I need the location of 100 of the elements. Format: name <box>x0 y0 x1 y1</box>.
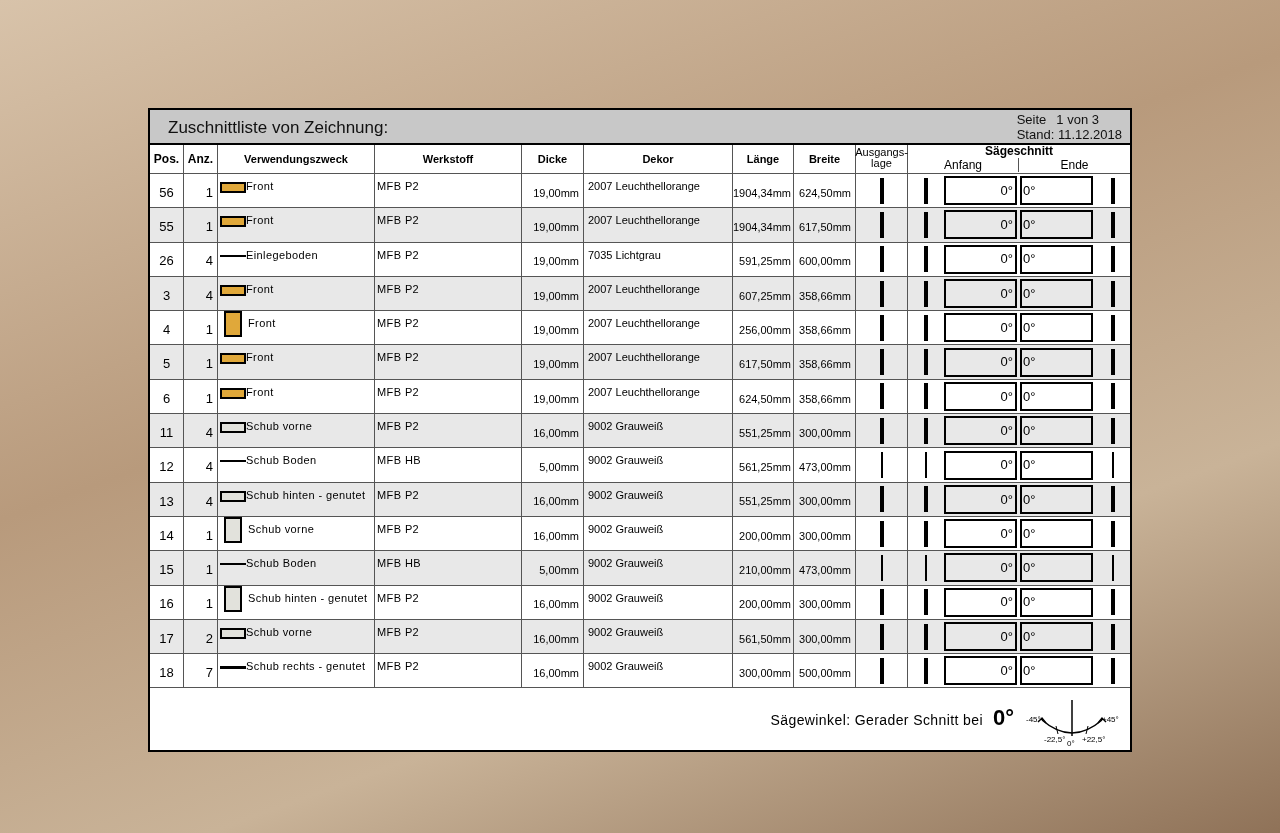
angle-field: 0° <box>944 587 1017 617</box>
saw-angle-value: 0° <box>992 704 1014 732</box>
page-label: Seite <box>1016 111 1047 127</box>
angle-field: 0° <box>944 553 1017 583</box>
panel-edge-icon <box>220 666 246 670</box>
page-number: 1 von 3 <box>1056 111 1099 127</box>
table-cell-text: Schub Boden <box>246 556 317 572</box>
table-cell-text: 256,00mm <box>739 323 791 338</box>
table-cell-text: Schub rechts - genutet <box>246 659 366 675</box>
angle-field: 0° <box>944 279 1017 309</box>
table-cell-text: 16,00mm <box>533 528 579 544</box>
table-cell-text: 300,00mm <box>739 665 791 681</box>
table-cell-text: 19,00mm <box>533 357 579 373</box>
table-cell-text: Schub vorne <box>248 521 315 537</box>
table-cell-text: 300,00mm <box>799 597 851 613</box>
table-cell: 9002 Grauweiß <box>588 660 664 673</box>
table-cell-text: 16,00mm <box>533 665 579 681</box>
table-cell-text: 473,00mm <box>799 563 851 579</box>
table-cell: 14 <box>150 516 184 551</box>
angle-field: 0° <box>944 519 1017 549</box>
table-cell-text: 19,00mm <box>533 288 579 304</box>
table-cell: 5 <box>150 345 184 379</box>
table-cell: 2007 Leuchthellorange <box>588 317 700 330</box>
angle-field: 0° <box>944 244 1017 274</box>
table-cell-text: 16,00mm <box>533 494 579 510</box>
table-cell: 1 <box>184 585 218 619</box>
table-cell-text: 624,50mm <box>739 391 791 407</box>
table-cell-text: 358,66mm <box>799 391 851 407</box>
date-label: Stand: 11.12.2018 <box>1016 126 1122 142</box>
table-cell: 17 <box>150 619 184 654</box>
table-cell-text: Schub hinten - genutet <box>246 487 366 503</box>
column-header: Pos. <box>150 145 184 173</box>
panel-edge-icon <box>220 563 246 566</box>
table-cell-text: Schub Boden <box>246 453 317 469</box>
table-cell-text: 358,66mm <box>799 357 851 373</box>
table-cell-text: 19,00mm <box>533 185 579 201</box>
table-cell-text: 16,00mm <box>533 597 579 613</box>
table-cell: MFB P2 <box>377 248 420 261</box>
table-cell: MFB P2 <box>377 660 420 673</box>
table-cell: MFB P2 <box>377 282 420 295</box>
table-cell: 4 <box>184 414 218 448</box>
column-header: Dicke <box>522 145 584 173</box>
angle-field: 0° <box>944 450 1017 480</box>
table-cell-text: Front <box>246 350 274 366</box>
angle-field: 0° <box>1020 587 1093 617</box>
table-cell-text: 551,25mm <box>739 425 791 441</box>
table-cell: MFB P2 <box>377 214 420 227</box>
table-cell: 11 <box>150 414 184 448</box>
table-cell-text: 5,00mm <box>539 460 579 476</box>
table-cell: MFB P2 <box>377 385 420 398</box>
column-header: Verwendungszweck <box>218 145 375 173</box>
table-cell: MFB P2 <box>377 625 420 638</box>
column-header: Ende <box>1059 158 1090 172</box>
table-cell: 4 <box>184 242 218 276</box>
angle-field: 0° <box>944 381 1017 411</box>
column-header: Sägeschnitt <box>984 145 1054 158</box>
column-header: Werkstoff <box>375 145 522 173</box>
table-cell-text: 200,00mm <box>739 597 791 613</box>
table-cell: MFB P2 <box>377 591 420 604</box>
table-cell-text: 210,00mm <box>739 563 791 579</box>
sheet-title: Zuschnittliste von Zeichnung: <box>168 116 389 139</box>
angle-field: 0° <box>1020 279 1093 309</box>
table-cell-text: Front <box>246 179 274 194</box>
table-cell: 9002 Grauweiß <box>588 522 664 535</box>
table-cell: 26 <box>150 242 184 276</box>
table-cell-text: 300,00mm <box>799 494 851 510</box>
angle-field: 0° <box>1020 553 1093 583</box>
table-cell: 2007 Leuchthellorange <box>588 282 700 295</box>
table-cell-text: 551,25mm <box>739 494 791 510</box>
table-cell-text: 19,00mm <box>533 220 579 236</box>
angle-field: 0° <box>1020 450 1093 480</box>
table-cell: 2007 Leuchthellorange <box>588 180 700 192</box>
table-cell-text: 300,00mm <box>799 425 851 441</box>
table-cell-text: 358,66mm <box>799 288 851 304</box>
table-cell-text: Einlegeboden <box>246 247 319 263</box>
table-cell-text: 500,00mm <box>799 665 851 681</box>
table-cell: MFB HB <box>377 557 421 570</box>
table-cell-text: 19,00mm <box>533 391 579 407</box>
angle-field: 0° <box>944 176 1017 206</box>
table-cell: 9002 Grauweiß <box>588 488 664 501</box>
angle-field: 0° <box>1020 656 1093 686</box>
table-cell: 9002 Grauweiß <box>588 420 664 433</box>
angle-field: 0° <box>944 656 1017 686</box>
table-cell-text: 600,00mm <box>799 254 851 270</box>
table-cell: MFB P2 <box>377 180 420 192</box>
table-cell-text: Front <box>248 316 276 332</box>
table-cell-text: Front <box>246 281 274 297</box>
table-cell: 2007 Leuchthellorange <box>588 385 700 398</box>
angle-field: 0° <box>1020 210 1093 240</box>
table-cell-text: Schub vorne <box>246 624 313 640</box>
table-cell-text: 617,50mm <box>799 220 851 236</box>
table-cell-text: 358,66mm <box>799 323 851 338</box>
table-cell-text: 1904,34mm <box>732 185 791 201</box>
table-cell-text: Front <box>246 384 274 400</box>
angle-field: 0° <box>1020 381 1093 411</box>
table-cell-text: Front <box>246 213 274 229</box>
table-cell: 1 <box>184 208 218 242</box>
table-cell-text: 200,00mm <box>739 528 791 544</box>
table-cell-text: 5,00mm <box>539 563 579 579</box>
column-header: Breite <box>794 145 856 173</box>
